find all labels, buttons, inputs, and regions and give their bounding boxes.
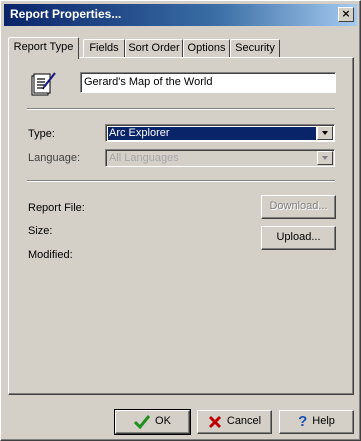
type-dropdown-button[interactable]	[317, 126, 333, 140]
report-name-value: Gerard's Map of the World	[84, 76, 213, 88]
size-label: Size:	[28, 225, 53, 237]
close-button[interactable]: ×	[338, 7, 354, 22]
separator	[27, 108, 335, 110]
download-button-label: Download...	[269, 200, 328, 212]
close-icon: ×	[341, 7, 351, 20]
cancel-button-label: Cancel	[226, 415, 262, 427]
ok-button-label: OK	[155, 415, 171, 427]
upload-button-label: Upload...	[276, 231, 321, 243]
help-button[interactable]: ? Help	[279, 410, 354, 434]
upload-button[interactable]: Upload...	[261, 226, 336, 250]
report-document-pen-icon	[31, 72, 56, 96]
language-selected-value: All Languages	[109, 152, 179, 164]
language-dropdown-button[interactable]	[317, 151, 333, 165]
cancel-button[interactable]: Cancel	[197, 410, 272, 434]
tab-sort-order[interactable]: Sort Order	[125, 39, 183, 58]
ok-button[interactable]: OK	[114, 409, 191, 435]
modified-label: Modified:	[28, 249, 73, 261]
tab-security[interactable]: Security	[230, 39, 280, 58]
separator	[27, 180, 335, 182]
checkmark-icon	[134, 414, 151, 429]
chevron-down-icon	[322, 156, 328, 160]
tab-options[interactable]: Options	[183, 39, 230, 58]
tab-report-type[interactable]: Report Type	[8, 37, 79, 59]
chevron-down-icon	[322, 131, 328, 135]
close-x-icon	[208, 415, 221, 428]
report-name-field[interactable]: Gerard's Map of the World	[80, 72, 336, 93]
report-properties-dialog: Report Properties... × Report Type Field…	[0, 0, 361, 441]
question-mark-icon: ?	[298, 413, 308, 430]
tab-label: Sort Order	[128, 42, 180, 54]
type-label: Type:	[28, 128, 55, 140]
tab-label: Report Type	[13, 41, 74, 53]
type-select[interactable]: Arc Explorer	[105, 124, 335, 142]
tab-label: Options	[187, 42, 226, 54]
tab-label: Security	[235, 42, 275, 54]
title-bar[interactable]: Report Properties... ×	[4, 4, 357, 26]
download-button[interactable]: Download...	[261, 195, 336, 219]
language-label: Language:	[28, 152, 80, 164]
language-select[interactable]: All Languages	[105, 149, 335, 167]
report-file-label: Report File:	[28, 202, 85, 214]
type-selected-value: Arc Explorer	[108, 127, 316, 140]
window-title: Report Properties...	[10, 7, 122, 21]
tab-label: Fields	[89, 42, 119, 54]
report-type-panel: Gerard's Map of the World Type: Arc Expl…	[8, 57, 354, 395]
tab-fields[interactable]: Fields	[83, 39, 125, 58]
help-button-label: Help	[312, 415, 335, 427]
